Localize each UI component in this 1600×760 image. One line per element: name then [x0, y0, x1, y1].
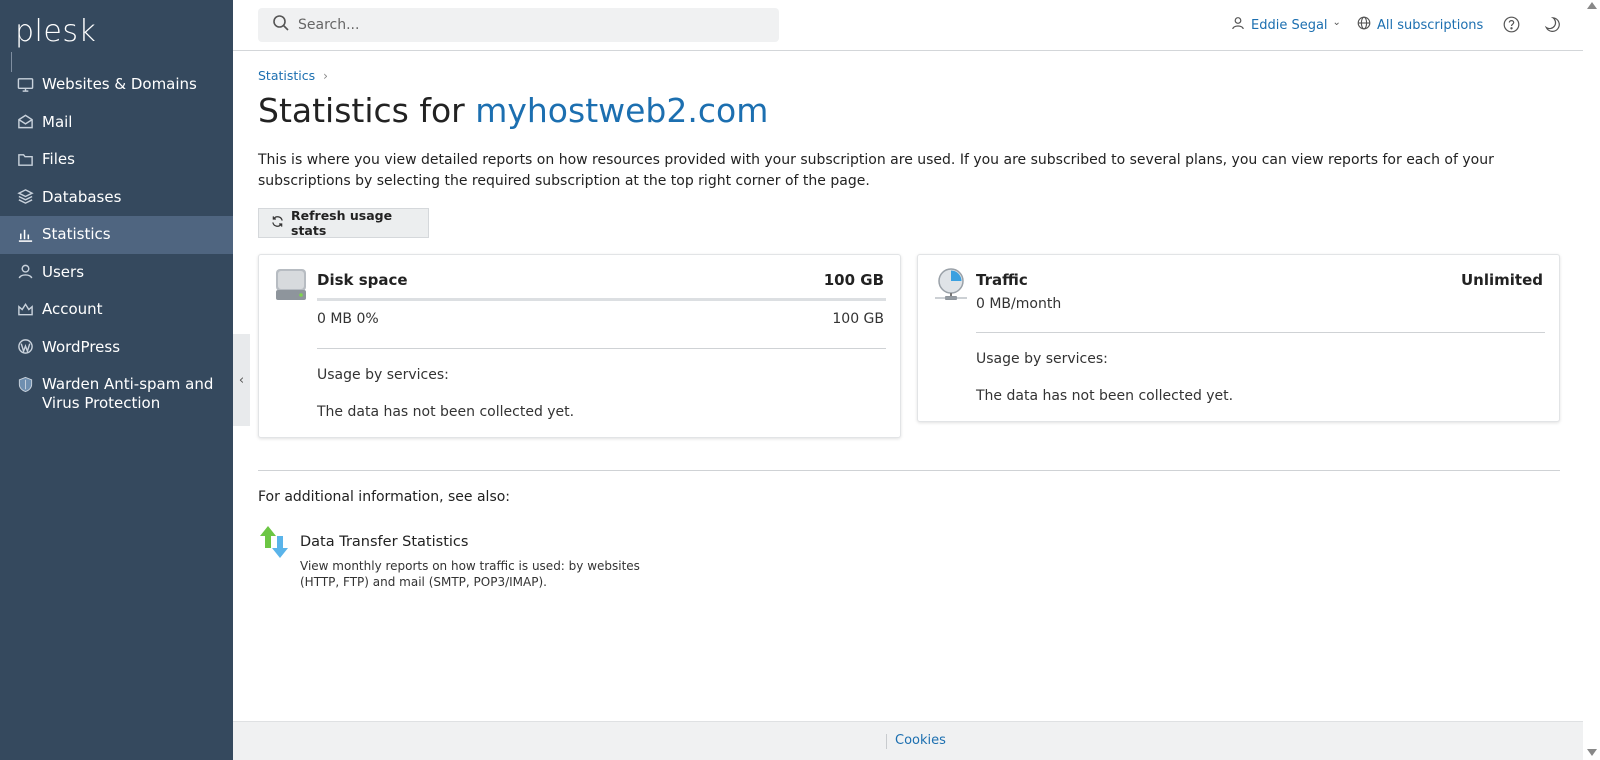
traffic-usage-value: 0 MB/month: [976, 296, 1062, 312]
help-button[interactable]: [1503, 16, 1520, 37]
page-title-prefix: Statistics for: [258, 91, 476, 130]
sidebar-item-account[interactable]: Account: [0, 291, 233, 329]
disk-space-card: Disk space 100 GB 0 MB 0% 100 GB Usage b…: [258, 254, 901, 438]
user-menu[interactable]: Eddie Segal ⌄: [1231, 16, 1341, 34]
page-description: This is where you view detailed reports …: [258, 152, 1494, 189]
data-transfer-statistics-link[interactable]: Data Transfer Statistics: [300, 534, 468, 550]
sidebar-item-label: Websites & Domains: [42, 75, 197, 93]
disk-space-total: 100 GB: [823, 271, 884, 289]
divider: [317, 348, 886, 349]
footer-separator: [886, 734, 887, 749]
disk-no-data-message: The data has not been collected yet.: [317, 404, 575, 420]
chevron-down-icon: ⌄: [1332, 16, 1341, 28]
sidebar-item-label: Files: [42, 150, 75, 168]
sidebar-item-label: Statistics: [42, 225, 111, 243]
sidebar-item-users[interactable]: Users: [0, 254, 233, 292]
theme-toggle[interactable]: [1544, 16, 1561, 37]
scrollbar[interactable]: [1583, 0, 1600, 760]
search-icon: [272, 14, 298, 36]
user-icon: [16, 263, 34, 281]
disk-space-title: Disk space: [317, 271, 408, 289]
page-title-domain-link[interactable]: myhostweb2.com: [475, 91, 768, 130]
globe-icon: [1357, 16, 1377, 34]
disk-usage-progress-bar: [317, 298, 886, 301]
sidebar-collapse-toggle[interactable]: ‹: [233, 334, 250, 426]
refresh-icon: [271, 215, 291, 231]
sidebar-item-label: Databases: [42, 187, 122, 206]
sidebar-item-databases[interactable]: Databases: [0, 179, 233, 217]
transfer-arrows-icon[interactable]: [258, 524, 294, 564]
shield-icon: [16, 375, 34, 393]
traffic-no-data-message: The data has not been collected yet.: [976, 388, 1234, 404]
breadcrumb: Statistics ›: [258, 68, 328, 83]
traffic-card: Traffic Unlimited 0 MB/month Usage by se…: [917, 254, 1560, 422]
sidebar-item-mail[interactable]: Mail: [0, 104, 233, 142]
help-icon: [1503, 16, 1520, 37]
sidebar-nav: Websites & Domains Mail Files Databases …: [0, 66, 233, 422]
sidebar-item-websites-domains[interactable]: Websites & Domains: [0, 66, 233, 104]
cookies-link[interactable]: Cookies: [895, 733, 946, 748]
disk-used-value: 0 MB 0%: [317, 311, 379, 327]
envelope-icon: [16, 113, 34, 131]
folder-icon: [16, 150, 34, 168]
monitor-icon: [16, 75, 34, 93]
scroll-up-arrow-icon[interactable]: [1587, 2, 1597, 9]
see-also-heading: For additional information, see also:: [258, 489, 511, 505]
user-name: Eddie Segal: [1251, 17, 1328, 33]
plesk-logo[interactable]: plesk: [15, 14, 96, 49]
search-box[interactable]: [258, 8, 779, 42]
subscriptions-selector[interactable]: All subscriptions: [1357, 16, 1483, 34]
sidebar-item-label: WordPress: [42, 337, 121, 356]
traffic-usage-by-services-label: Usage by services:: [976, 351, 1108, 367]
disk-usage-by-services-label: Usage by services:: [317, 367, 449, 383]
crown-icon: [16, 300, 34, 318]
sidebar-item-warden[interactable]: Warden Anti-spam and Virus Protection: [0, 366, 233, 422]
sidebar: plesk Websites & Domains Mail Files Data…: [0, 0, 233, 760]
sidebar-item-label: Users: [42, 262, 85, 281]
footer: Cookies: [233, 721, 1583, 760]
sidebar-item-label: Mail: [42, 112, 73, 131]
user-icon: [1231, 16, 1251, 34]
sidebar-item-label: Warden Anti-spam and Virus Protection: [42, 375, 214, 412]
sidebar-item-statistics[interactable]: Statistics: [0, 216, 233, 254]
refresh-label: Refresh usage stats: [291, 208, 393, 238]
sidebar-item-label: Account: [42, 300, 103, 318]
traffic-title: Traffic: [976, 271, 1028, 289]
traffic-total: Unlimited: [1461, 271, 1543, 289]
hard-drive-icon: [275, 268, 307, 306]
section-divider: [258, 470, 1560, 471]
breadcrumb-statistics-link[interactable]: Statistics: [258, 68, 315, 83]
page-title: Statistics for myhostweb2.com: [258, 91, 768, 130]
database-stack-icon: [16, 188, 34, 206]
subscriptions-label: All subscriptions: [1377, 17, 1484, 33]
refresh-usage-stats-button[interactable]: Refresh usage stats: [258, 208, 429, 238]
data-transfer-statistics-description: View monthly reports on how traffic is u…: [300, 559, 640, 589]
chevron-left-icon: ‹: [238, 372, 245, 388]
scroll-down-arrow-icon[interactable]: [1587, 749, 1597, 756]
sidebar-item-files[interactable]: Files: [0, 141, 233, 179]
moon-icon: [1544, 17, 1561, 37]
traffic-meter-icon: [934, 268, 968, 306]
divider: [976, 332, 1545, 333]
disk-max-value: 100 GB: [832, 311, 884, 327]
breadcrumb-separator-icon: ›: [323, 68, 328, 83]
wordpress-icon: [16, 338, 34, 356]
search-input[interactable]: [298, 17, 738, 33]
bar-chart-icon: [16, 225, 34, 243]
sidebar-item-wordpress[interactable]: WordPress: [0, 329, 233, 367]
topbar: Eddie Segal ⌄ All subscriptions: [233, 0, 1583, 51]
